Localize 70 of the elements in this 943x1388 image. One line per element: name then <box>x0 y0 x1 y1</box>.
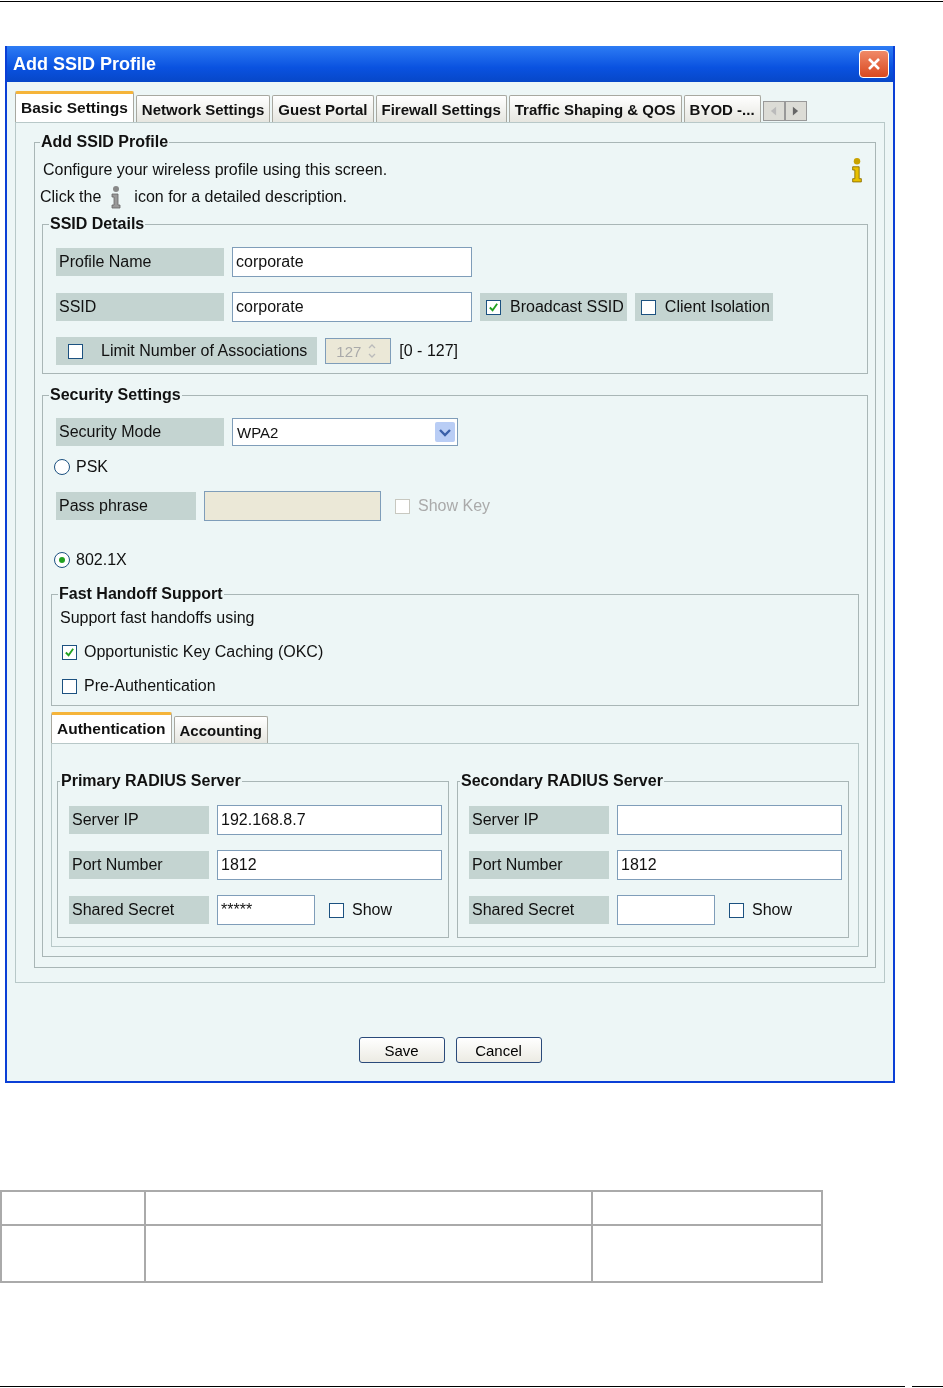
tab[interactable]: Firewall Settings <box>375 95 507 122</box>
dropdown-value: WPA2 <box>237 423 279 441</box>
port-number-field[interactable]: 1812 <box>617 850 842 880</box>
tab[interactable]: Network Settings <box>135 95 271 122</box>
radio-button[interactable] <box>54 552 70 568</box>
chevron-down-icon <box>435 422 455 442</box>
scroll-left-button[interactable] <box>762 101 785 121</box>
field-label: Security Mode <box>56 418 224 446</box>
spinner-value: 127 <box>336 342 362 360</box>
checkbox-label: Opportunistic Key Caching (OKC) <box>84 643 324 661</box>
tab[interactable]: Authentication <box>51 712 172 743</box>
info-icon <box>110 185 123 209</box>
checkbox-label: Show Key <box>418 497 491 515</box>
port-number-field[interactable]: 1812 <box>217 850 442 880</box>
radio-label: 802.1X <box>76 551 127 569</box>
section-title: Add SSID Profile <box>40 133 170 151</box>
window-title: Add SSID Profile <box>13 53 156 75</box>
close-button[interactable] <box>859 50 889 78</box>
scroll-right-button[interactable] <box>784 101 807 121</box>
tab[interactable]: BYOD -... <box>683 95 761 122</box>
security-mode-dropdown[interactable]: WPA2 <box>232 418 458 446</box>
left-arrow-icon <box>770 106 778 116</box>
field-label: Server IP <box>69 806 209 834</box>
hint-text: icon for a detailed description. <box>134 188 347 206</box>
checkbox-label: Limit Number of Associations <box>101 342 308 360</box>
checkbox-label: Pre-Authentication <box>84 677 216 695</box>
radio-label: PSK <box>76 458 108 476</box>
close-icon <box>866 56 882 72</box>
right-arrow-icon <box>792 106 800 116</box>
server-ip-field[interactable]: 192.168.8.7 <box>217 805 442 835</box>
checkbox[interactable] <box>62 678 77 694</box>
shared-secret-field[interactable] <box>617 895 715 925</box>
ssid-field[interactable]: corporate <box>232 292 472 322</box>
checkbox[interactable] <box>729 902 744 918</box>
tab[interactable]: Guest Portal <box>272 95 374 122</box>
profile-name-field[interactable]: corporate <box>232 247 472 277</box>
checkbox[interactable] <box>486 299 501 315</box>
checkbox-label: Show <box>352 901 393 919</box>
checkbox[interactable] <box>329 902 344 918</box>
section-title: Security Settings <box>49 386 182 404</box>
range-hint: [0 - 127] <box>399 342 458 360</box>
section-title: Fast Handoff Support <box>58 585 224 603</box>
field-label: Shared Secret <box>69 896 209 924</box>
dialog-button[interactable]: Cancel <box>455 1037 542 1063</box>
tab[interactable]: Traffic Shaping & QOS <box>508 95 682 122</box>
checkbox-label: Show <box>752 901 793 919</box>
checkbox[interactable] <box>640 299 656 315</box>
field-label: Server IP <box>469 806 609 834</box>
field-label: SSID <box>56 293 224 321</box>
shared-secret-field[interactable]: ***** <box>217 895 315 925</box>
tab[interactable]: Basic Settings <box>15 91 134 122</box>
radio-button[interactable] <box>54 459 70 475</box>
field-label: Pass phrase <box>56 492 196 520</box>
section-title: Primary RADIUS Server <box>60 772 242 790</box>
field-label: Profile Name <box>56 248 224 276</box>
field-label: Shared Secret <box>469 896 609 924</box>
checkbox-label: Broadcast SSID <box>510 298 624 316</box>
section-title: SSID Details <box>49 215 146 233</box>
description-text: Support fast handoffs using <box>60 609 256 627</box>
section-title: Secondary RADIUS Server <box>460 772 664 790</box>
tab[interactable]: Accounting <box>173 716 268 743</box>
hint-text: Click the <box>40 188 102 206</box>
field-label: Port Number <box>469 851 609 879</box>
info-icon <box>850 157 864 183</box>
server-ip-field[interactable] <box>617 805 842 835</box>
dialog-button[interactable]: Save <box>358 1037 445 1063</box>
checkbox[interactable] <box>62 644 77 660</box>
checkbox-label: Client Isolation <box>664 298 770 316</box>
field-label: Port Number <box>69 851 209 879</box>
intro-text: Configure your wireless profile using this screen. <box>43 161 388 179</box>
